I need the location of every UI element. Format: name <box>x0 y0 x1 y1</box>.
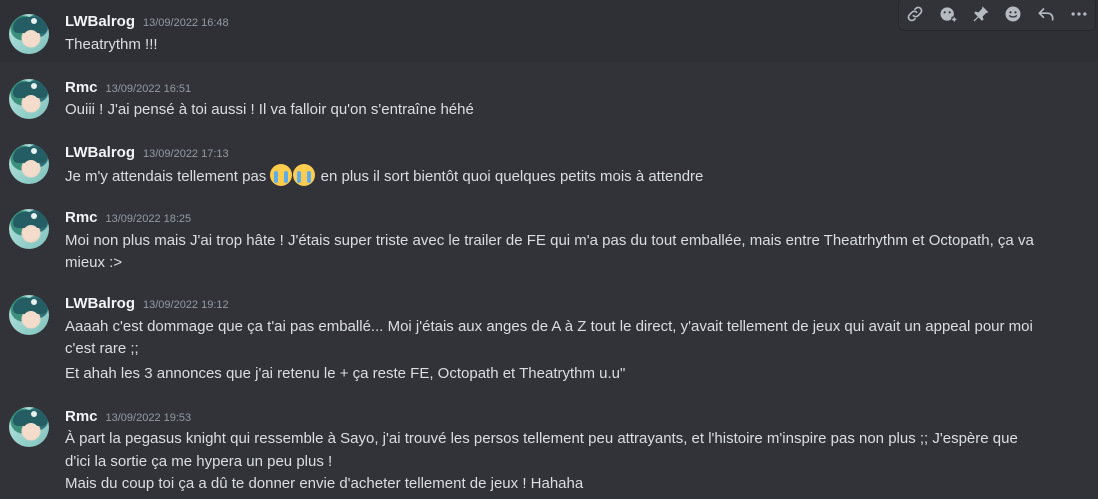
message-text: Moi non plus mais J'ai trop hâte ! J'éta… <box>65 232 1034 249</box>
timestamp: 13/09/2022 16:51 <box>105 83 192 95</box>
message-text: Mais du coup toi ça a dû te donner envie… <box>65 475 584 492</box>
avatar[interactable] <box>9 295 49 335</box>
timestamp: 13/09/2022 19:12 <box>143 299 229 311</box>
username[interactable]: LWBalrog <box>65 144 135 161</box>
username[interactable]: Rmc <box>65 408 98 425</box>
avatar[interactable] <box>9 14 49 54</box>
avatar[interactable] <box>9 209 49 249</box>
timestamp: 13/09/2022 18:25 <box>105 213 192 225</box>
sob-emoji-icon[interactable] <box>293 164 316 186</box>
username[interactable]: LWBalrog <box>65 13 135 30</box>
add-reaction-icon[interactable] <box>936 2 960 26</box>
message-group[interactable]: Rmc 13/09/2022 18:25 Moi non plus mais J… <box>0 198 1098 278</box>
message-text: c'est rare ;; <box>65 340 139 357</box>
message-text: Je m'y attendais tellement pas en plus i… <box>65 164 1075 188</box>
pin-icon[interactable] <box>969 2 993 26</box>
message-text: Ouiii ! J'ai pensé à toi aussi ! Il va f… <box>65 101 474 118</box>
avatar[interactable] <box>9 144 49 184</box>
avatar[interactable] <box>9 79 49 119</box>
link-icon[interactable] <box>903 2 927 26</box>
message-text: Et ahah les 3 annonces que j'ai retenu l… <box>65 365 626 382</box>
message-group[interactable]: Rmc 13/09/2022 16:51 Ouiii ! J'ai pensé … <box>0 70 1098 130</box>
avatar[interactable] <box>9 407 49 447</box>
message-text: mieux :> <box>65 254 123 271</box>
message-text: d'ici la sortie ça me hypera un peu plus… <box>65 453 333 470</box>
message-toolbar <box>898 0 1096 31</box>
username[interactable]: LWBalrog <box>65 295 135 312</box>
reply-icon[interactable] <box>1034 2 1058 26</box>
message-text-part: Je m'y attendais tellement pas <box>65 168 271 185</box>
message-text: Theatrythm !!! <box>65 36 158 53</box>
message-text: Aaaah c'est dommage que ça t'ai pas emba… <box>65 318 1033 335</box>
username[interactable]: Rmc <box>65 79 98 96</box>
timestamp: 13/09/2022 19:53 <box>105 412 192 424</box>
sob-emoji-icon[interactable] <box>270 164 293 186</box>
timestamp: 13/09/2022 16:48 <box>143 17 229 29</box>
message-text: À part la pegasus knight qui ressemble à… <box>65 430 1018 447</box>
chat-messages: LWBalrog 13/09/2022 16:48 Theatrythm !!! <box>0 0 1098 499</box>
more-icon[interactable] <box>1067 2 1091 26</box>
message-group[interactable]: LWBalrog 13/09/2022 19:12 Aaaah c'est do… <box>0 284 1098 390</box>
message-text-part: en plus il sort bientôt quoi quelques pe… <box>316 168 704 185</box>
username[interactable]: Rmc <box>65 209 98 226</box>
emoji-icon[interactable] <box>1001 2 1025 26</box>
message-group[interactable]: Rmc 13/09/2022 19:53 À part la pegasus k… <box>0 396 1098 499</box>
message-group[interactable]: LWBalrog 13/09/2022 17:13 Je m'y attenda… <box>0 134 1098 194</box>
message-group[interactable]: LWBalrog 13/09/2022 16:48 Theatrythm !!! <box>0 0 1098 62</box>
timestamp: 13/09/2022 17:13 <box>143 148 229 160</box>
